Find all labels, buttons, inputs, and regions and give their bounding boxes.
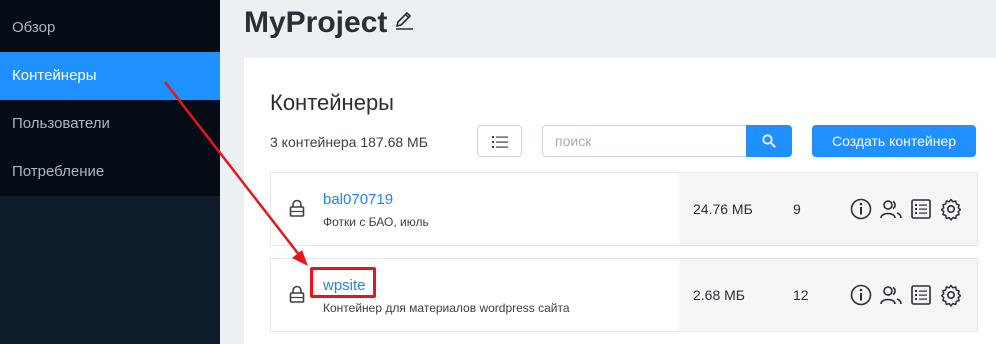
sidebar-item-overview[interactable]: Обзор <box>0 4 220 52</box>
containers-panel: Контейнеры 3 контейнера 187.68 МБ Создат… <box>244 58 996 344</box>
lock-icon <box>289 285 305 308</box>
container-info: bal070719 Фотки с БАО, июль <box>271 173 679 245</box>
list-icon <box>492 136 508 148</box>
containers-summary: 3 контейнера 187.68 МБ <box>270 134 428 150</box>
header: MyProject <box>220 0 996 58</box>
container-name-link[interactable]: bal070719 <box>323 191 393 208</box>
pencil-icon[interactable] <box>394 8 414 30</box>
container-size: 2.68 МБ <box>693 287 745 303</box>
list-icon[interactable] <box>909 283 933 307</box>
search-input[interactable] <box>542 125 747 157</box>
gear-icon[interactable] <box>939 197 963 221</box>
container-size: 24.76 МБ <box>693 201 753 217</box>
table-row: bal070719 Фотки с БАО, июль 24.76 МБ 9 <box>270 172 978 246</box>
search-icon <box>762 134 776 148</box>
create-container-button[interactable]: Создать контейнер <box>812 125 976 157</box>
list-icon[interactable] <box>909 197 933 221</box>
container-object-count: 12 <box>793 287 809 303</box>
sidebar-nav: Обзор Контейнеры Пользователи Потреблени… <box>0 0 220 196</box>
container-description: Фотки с БАО, июль <box>323 215 429 229</box>
container-object-count: 9 <box>793 201 801 217</box>
sidebar-item-usage[interactable]: Потребление <box>0 148 220 196</box>
container-description: Контейнер для материалов wordpress сайта <box>323 301 570 315</box>
highlight-box <box>310 267 376 298</box>
users-icon[interactable] <box>879 283 903 307</box>
sidebar: Обзор Контейнеры Пользователи Потреблени… <box>0 0 220 344</box>
sidebar-item-users[interactable]: Пользователи <box>0 100 220 148</box>
gear-icon[interactable] <box>939 283 963 307</box>
lock-icon <box>289 199 305 222</box>
info-icon[interactable] <box>849 197 873 221</box>
container-stats: 2.68 МБ 12 <box>679 259 977 331</box>
search-bar <box>542 125 792 157</box>
search-button[interactable] <box>746 125 792 157</box>
container-stats: 24.76 МБ 9 <box>679 173 977 245</box>
sidebar-item-containers[interactable]: Контейнеры <box>0 52 220 100</box>
page-title: Контейнеры <box>270 90 394 115</box>
users-icon[interactable] <box>879 197 903 221</box>
info-icon[interactable] <box>849 283 873 307</box>
table-row: wpsite Контейнер для материалов wordpres… <box>270 258 978 332</box>
project-title: MyProject <box>244 6 388 39</box>
list-view-button[interactable] <box>477 125 522 157</box>
